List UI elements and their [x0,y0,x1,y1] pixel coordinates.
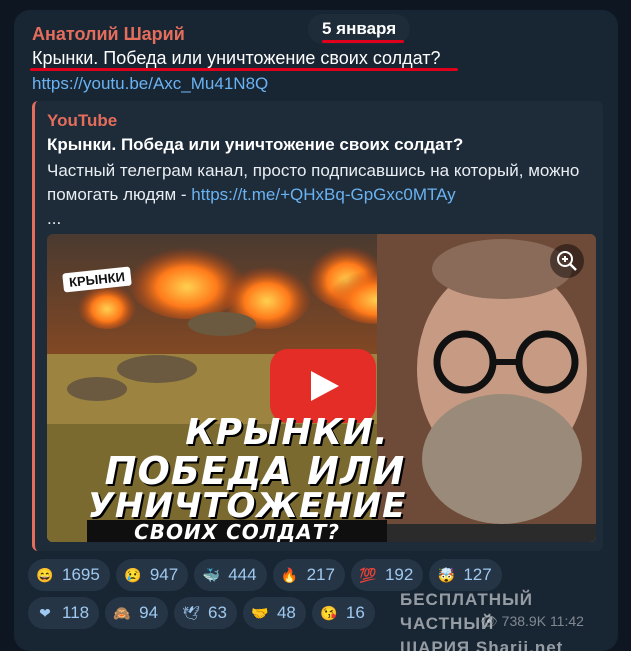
youtube-link[interactable]: https://youtu.be/Axc_Mu41N8Q [32,74,268,94]
reactions-row-1: 😄 1695 😢 947 🐳 444 🔥 217 💯 192 🤯 127 [28,559,618,591]
preview-title: Крынки. Победа или уничтожение своих сол… [47,135,464,154]
kissing-face-icon: 😘 [320,605,338,621]
zoom-icon[interactable] [550,244,584,278]
reaction-handshake[interactable]: 🤝 48 [242,597,306,629]
preview-site-name: YouTube [47,111,118,130]
reaction-kissing-face[interactable]: 😘 16 [311,597,375,629]
message-time: 11:42 [549,613,584,629]
reaction-count: 94 [139,603,159,622]
red-heart-icon: ❤ [39,605,51,621]
whale-icon: 🐳 [202,567,220,583]
reaction-dove[interactable]: 🕊 63 [174,597,237,629]
reaction-count: 217 [306,565,335,584]
preview-description: Частный телеграм канал, просто подписавш… [47,159,597,231]
reaction-exploding-head[interactable]: 🤯 127 [429,559,502,591]
message-meta: 👁 738.9K 11:42 [480,613,584,630]
thumbnail-title-line1: КРЫНКИ. [185,412,389,453]
reaction-count: 127 [463,565,492,584]
message-headline: Крынки. Победа или уничтожение своих сол… [32,48,441,68]
grinning-face-icon: 😄 [36,567,54,583]
reaction-red-heart[interactable]: ❤ 118 [28,597,100,629]
fire-icon: 🔥 [280,567,299,583]
dove-icon: 🕊 [182,605,200,621]
reaction-hundred-points[interactable]: 💯 192 [350,559,424,591]
headline-highlight-underline [30,68,458,71]
reaction-see-no-evil-monkey[interactable]: 🙈 94 [105,597,169,629]
reaction-fire[interactable]: 🔥 217 [272,559,345,591]
reaction-count: 48 [276,603,296,622]
reaction-count: 192 [384,565,414,584]
view-count: 738.9K [501,613,547,629]
video-thumbnail[interactable]: КРЫНКИ КРЫНКИ. ПОБЕДА ИЛИ УНИЧТОЖЕНИЕ СВ… [47,234,596,542]
author-name[interactable]: Анатолий Шарий [32,24,185,45]
reaction-count: 118 [62,603,90,622]
reaction-count: 1695 [62,565,100,584]
date-highlight-underline [322,40,404,43]
reaction-count: 63 [208,603,227,622]
watermark-line2: ШАРИЯ Sharij.net [400,638,564,651]
reaction-crying-face[interactable]: 😢 947 [115,559,189,591]
crying-face-icon: 😢 [124,567,142,583]
thumbnail-title-line4: СВОИХ СОЛДАТ? [87,520,387,542]
reaction-whale[interactable]: 🐳 444 [194,559,267,591]
reaction-grinning-face[interactable]: 😄 1695 [28,559,110,591]
eye-icon: 👁 [480,613,498,629]
reaction-count: 16 [345,603,365,622]
link-preview[interactable]: YouTube Крынки. Победа или уничтожение с… [32,101,603,551]
exploding-head-icon: 🤯 [437,567,456,583]
preview-description-link[interactable]: https://t.me/+QHxBq-GpGxc0MTAy [191,185,455,204]
handshake-icon: 🤝 [251,605,269,621]
reaction-count: 444 [228,565,257,584]
reaction-count: 947 [149,565,179,584]
see-no-evil-monkey-icon: 🙈 [113,605,131,621]
hundred-points-icon: 💯 [359,567,377,583]
preview-description-more: ... [47,209,62,228]
